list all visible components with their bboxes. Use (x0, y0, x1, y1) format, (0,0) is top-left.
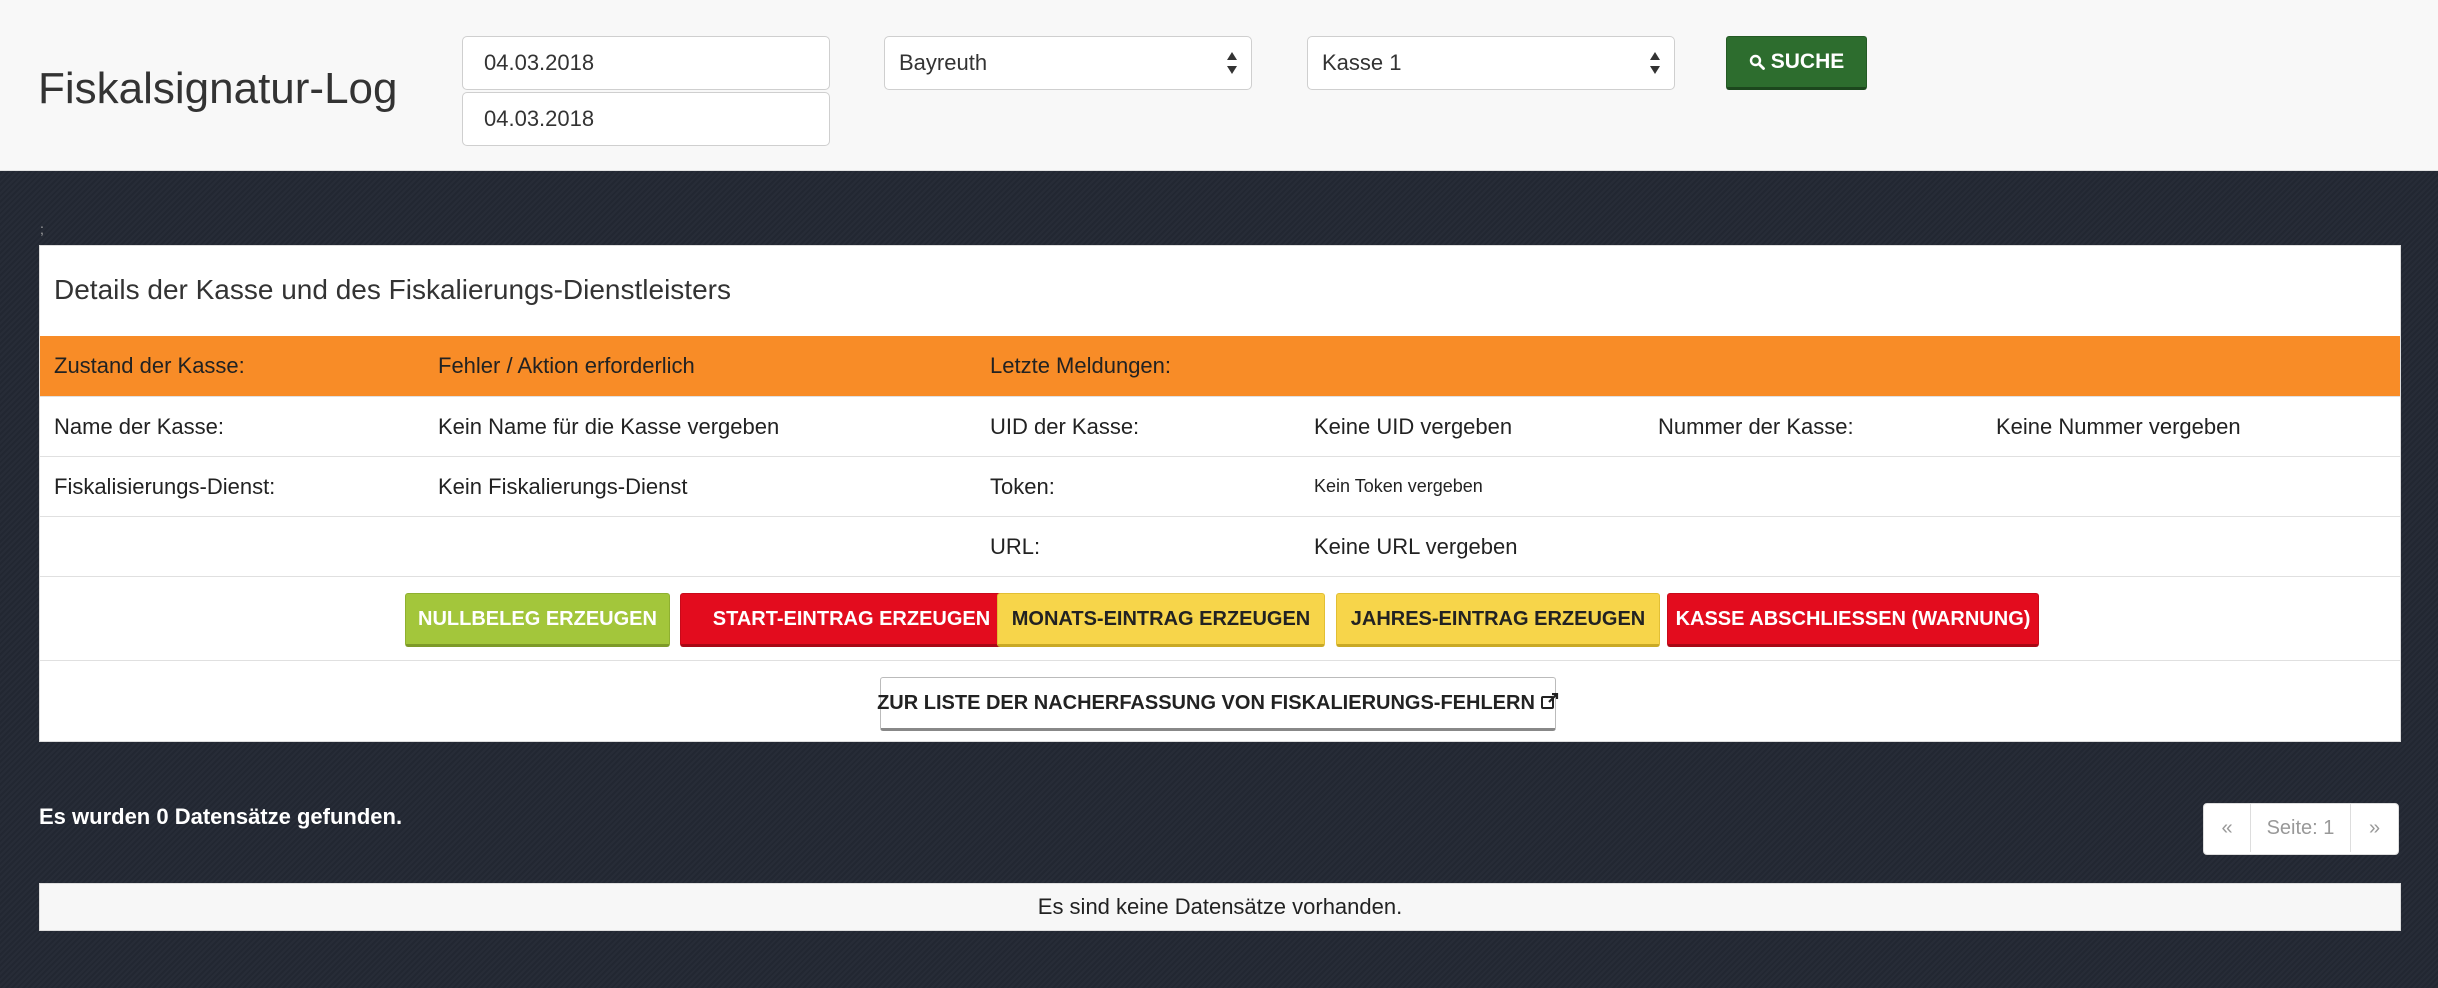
result-count: Es wurden 0 Datensätze gefunden. (39, 804, 403, 829)
start-entry-button[interactable]: START-EINTRAG ERZEUGEN (680, 593, 1023, 647)
fiscal-service-label: Fiskalisierungs-Dienst: (54, 473, 276, 499)
register-number-value: Keine Nummer vergeben (1996, 413, 2241, 439)
close-register-button[interactable]: KASSE ABSCHLIESSEN (WARNUNG) (1667, 593, 2039, 647)
register-uid-value: Keine UID vergeben (1314, 413, 1513, 439)
token-value: Kein Token vergeben (1314, 476, 1483, 496)
decorative-mark: ; (40, 221, 44, 237)
register-name-value: Kein Name für die Kasse vergeben (438, 413, 780, 439)
location-select-value: Bayreuth (899, 50, 988, 75)
date-from-input[interactable]: 04.03.2018 (462, 36, 830, 90)
status-value: Fehler / Aktion erforderlich (438, 353, 695, 378)
last-messages-label: Letzte Meldungen: (990, 353, 1172, 378)
search-button-label: SUCHE (1770, 50, 1845, 73)
year-entry-button[interactable]: JAHRES-EINTRAG ERZEUGEN (1336, 593, 1660, 647)
url-value: Keine URL vergeben (1314, 533, 1518, 559)
pagination: « Seite: 1 » (2203, 803, 2399, 855)
register-name-label: Name der Kasse: (54, 413, 224, 439)
page-header: Fiskalsignatur-Log 04.03.2018 04.03.2018… (0, 0, 2438, 171)
select-arrows-icon (1650, 50, 1662, 76)
register-number-label: Nummer der Kasse: (1658, 413, 1854, 439)
pagination-prev-button[interactable]: « (2204, 804, 2251, 852)
null-receipt-button[interactable]: NULLBELEG ERZEUGEN (405, 593, 670, 647)
search-icon (1749, 54, 1765, 70)
register-select-value: Kasse 1 (1322, 50, 1402, 75)
error-list-link-label: ZUR LISTE DER NACHERFASSUNG VON FISKALIE… (877, 691, 1535, 714)
fiscal-service-row: Fiskalisierungs-Dienst: Kein Fiskalierun… (40, 456, 2400, 516)
action-buttons-row: NULLBELEG ERZEUGEN START-EINTRAG ERZEUGE… (40, 576, 2400, 660)
pagination-current-page: Seite: 1 (2251, 804, 2351, 852)
fiscal-service-value: Kein Fiskalierungs-Dienst (438, 473, 688, 499)
status-row: Zustand der Kasse: Fehler / Aktion erfor… (40, 336, 2400, 396)
page-title: Fiskalsignatur-Log (38, 64, 398, 113)
error-list-link-row: ZUR LISTE DER NACHERFASSUNG VON FISKALIE… (40, 660, 2400, 742)
register-select[interactable]: Kasse 1 (1307, 36, 1675, 90)
register-uid-label: UID der Kasse: (990, 413, 1140, 439)
status-label: Zustand der Kasse: (54, 353, 245, 378)
empty-results-message: Es sind keine Datensätze vorhanden. (39, 883, 2401, 931)
date-to-input[interactable]: 04.03.2018 (462, 92, 830, 146)
error-list-link-button[interactable]: ZUR LISTE DER NACHERFASSUNG VON FISKALIE… (877, 677, 1559, 731)
url-row: URL: Keine URL vergeben (40, 516, 2400, 576)
select-arrows-icon (1227, 50, 1239, 76)
url-label: URL: (990, 533, 1041, 559)
external-link-icon (1540, 692, 1559, 715)
panel-title: Details der Kasse und des Fiskalierungs-… (54, 274, 731, 305)
month-entry-button[interactable]: MONATS-EINTRAG ERZEUGEN (997, 593, 1325, 647)
token-label: Token: (990, 473, 1055, 499)
search-button[interactable]: SUCHE (1726, 36, 1867, 90)
register-details-panel: Details der Kasse und des Fiskalierungs-… (39, 245, 2401, 742)
pagination-next-button[interactable]: » (2351, 804, 2398, 852)
location-select[interactable]: Bayreuth (884, 36, 1252, 90)
register-name-row: Name der Kasse: Kein Name für die Kasse … (40, 396, 2400, 456)
